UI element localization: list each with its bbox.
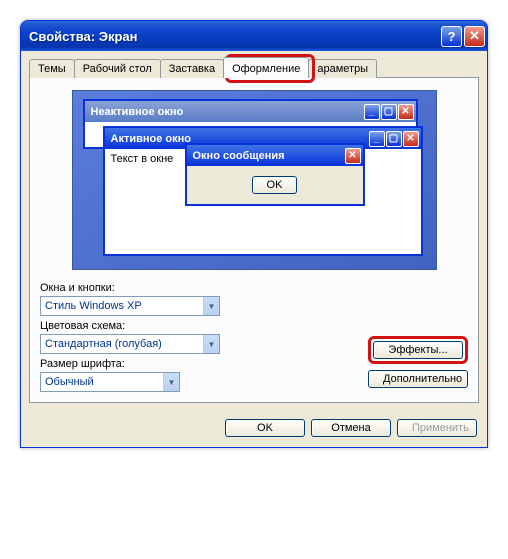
close-icon[interactable]: ✕ — [464, 26, 485, 47]
maximize-icon: ▢ — [386, 131, 402, 147]
style-combobox[interactable]: Стиль Windows XP ▼ — [40, 296, 220, 316]
tab-settings[interactable]: араметры — [308, 59, 377, 78]
advanced-button[interactable]: Дополнительно — [368, 370, 468, 388]
dialog-buttons: OK Отмена Применить — [21, 411, 487, 447]
minimize-icon: _ — [364, 104, 380, 120]
preview-message-title: Окно сообщения — [193, 150, 285, 162]
effects-button[interactable]: Эффекты... — [373, 341, 463, 359]
apply-button[interactable]: Применить — [397, 419, 477, 437]
tabs-bar: Темы Рабочий стол Заставка Оформление ар… — [29, 59, 479, 78]
maximize-icon: ▢ — [381, 104, 397, 120]
font-value: Обычный — [41, 376, 163, 388]
preview-inactive-title: Неактивное окно — [91, 106, 184, 118]
side-buttons: Эффекты... Дополнительно — [368, 336, 468, 388]
windows-buttons-label: Окна и кнопки: — [40, 282, 468, 294]
style-value: Стиль Windows XP — [41, 300, 203, 312]
preview-message-box: Окно сообщения ✕ OK — [185, 143, 365, 206]
preview-ok-button: OK — [252, 176, 298, 194]
help-icon[interactable]: ? — [441, 26, 462, 47]
cancel-button[interactable]: Отмена — [311, 419, 391, 437]
preview-active-title: Активное окно — [111, 133, 192, 145]
minimize-icon: _ — [369, 131, 385, 147]
chevron-down-icon[interactable]: ▼ — [163, 373, 179, 391]
display-properties-window: Свойства: Экран ? ✕ Темы Рабочий стол За… — [20, 20, 488, 448]
tab-desktop[interactable]: Рабочий стол — [74, 59, 161, 78]
color-combobox[interactable]: Стандартная (голубая) ▼ — [40, 334, 220, 354]
ok-button[interactable]: OK — [225, 419, 305, 437]
preview-inactive-titlebar: Неактивное окно _ ▢ ✕ — [85, 101, 416, 122]
effects-highlight: Эффекты... — [368, 336, 468, 364]
color-value: Стандартная (голубая) — [41, 338, 203, 350]
close-icon: ✕ — [398, 104, 414, 120]
chevron-down-icon[interactable]: ▼ — [203, 335, 219, 353]
tab-themes[interactable]: Темы — [29, 59, 75, 78]
titlebar[interactable]: Свойства: Экран ? ✕ — [21, 21, 487, 51]
chevron-down-icon[interactable]: ▼ — [203, 297, 219, 315]
appearance-panel: Неактивное окно _ ▢ ✕ Активное окно _ ▢ … — [29, 77, 479, 403]
preview-message-body: OK — [187, 166, 363, 204]
tab-appearance[interactable]: Оформление — [223, 57, 309, 78]
preview-active-window: Активное окно _ ▢ ✕ Текст в окне Окно со… — [103, 126, 423, 256]
close-icon: ✕ — [345, 148, 361, 164]
close-icon: ✕ — [403, 131, 419, 147]
preview-message-titlebar: Окно сообщения ✕ — [187, 145, 363, 166]
theme-preview: Неактивное окно _ ▢ ✕ Активное окно _ ▢ … — [72, 90, 437, 270]
window-title: Свойства: Экран — [29, 29, 439, 44]
color-scheme-label: Цветовая схема: — [40, 320, 468, 332]
tab-screensaver[interactable]: Заставка — [160, 59, 224, 78]
font-combobox[interactable]: Обычный ▼ — [40, 372, 180, 392]
